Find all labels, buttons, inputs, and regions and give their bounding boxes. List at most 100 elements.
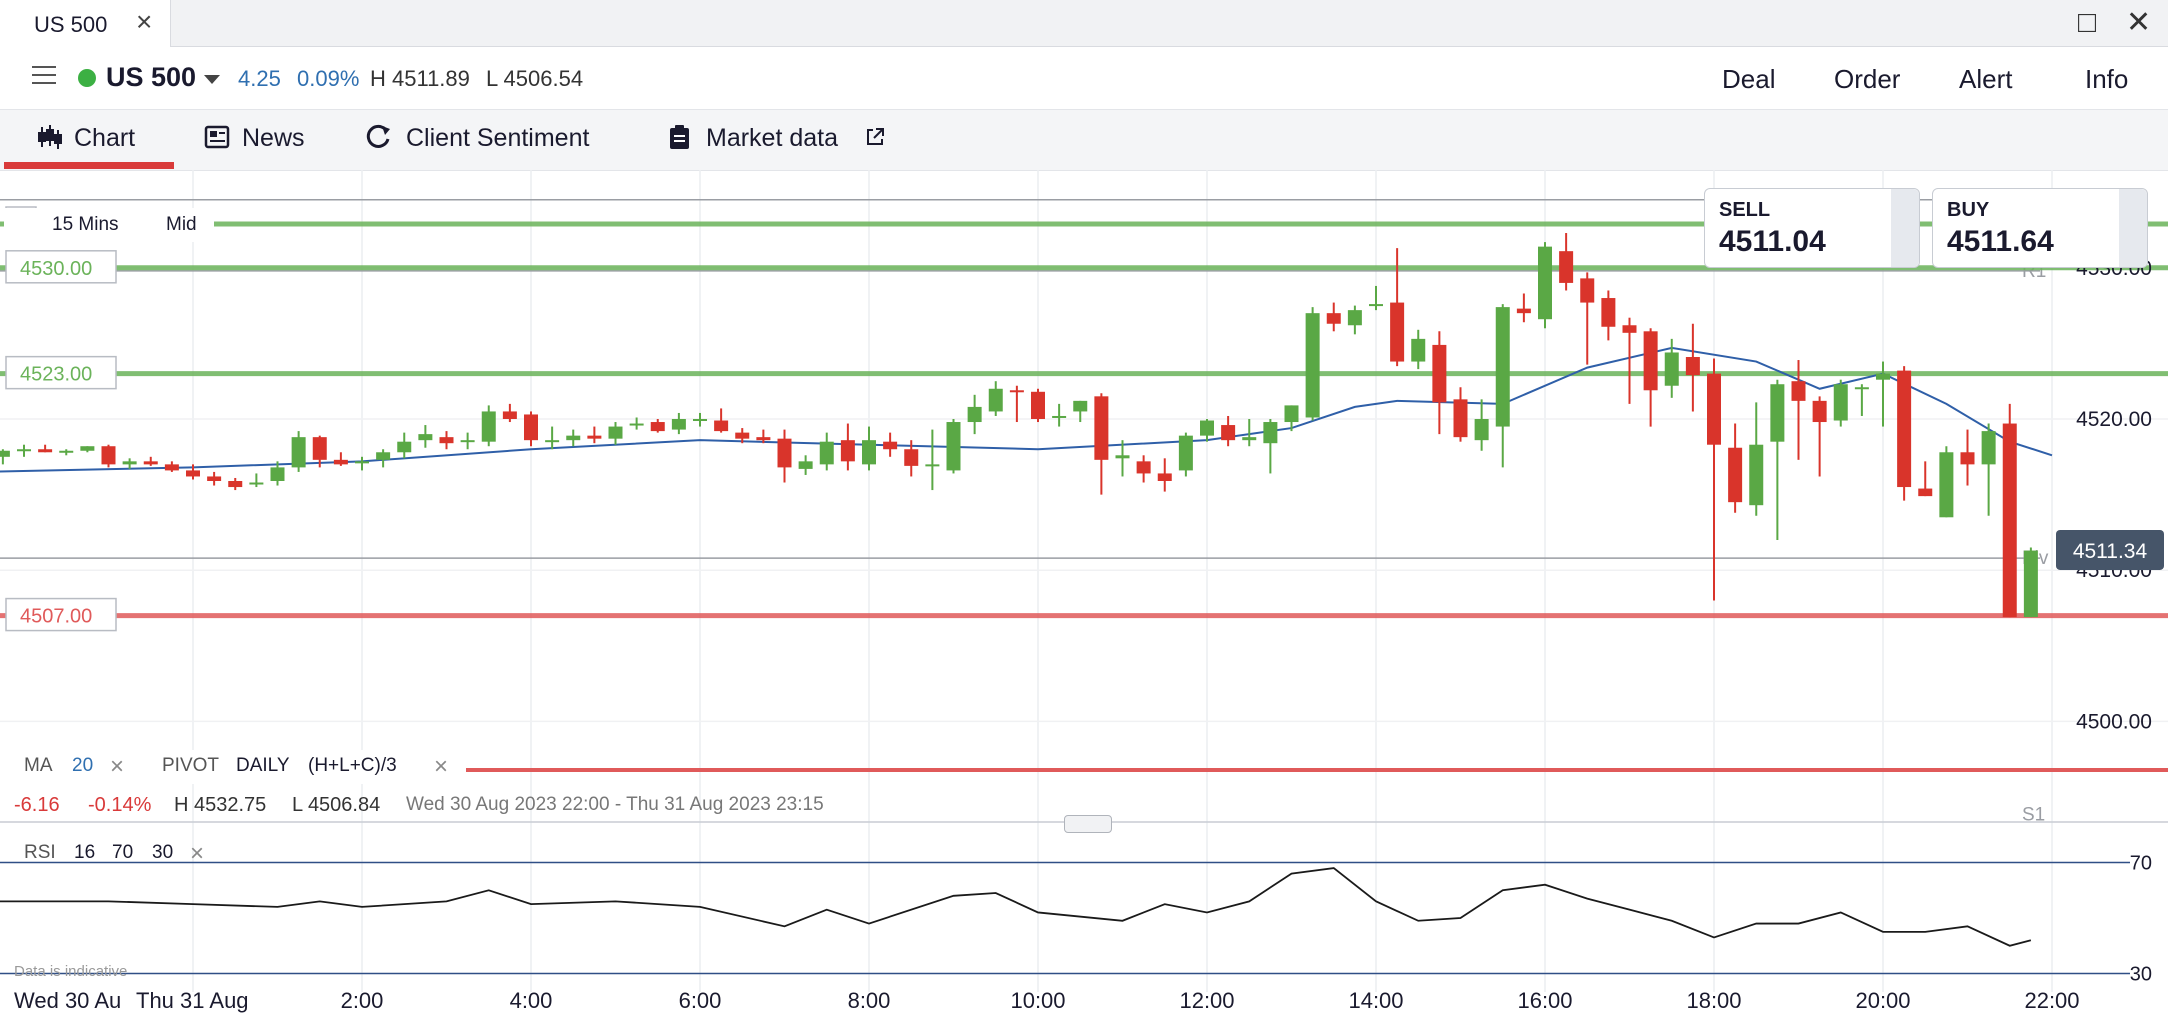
candle-body	[608, 426, 623, 439]
tab-news[interactable]: News	[242, 124, 305, 153]
clipboard-icon	[670, 125, 689, 149]
candle-body	[270, 467, 285, 481]
remove-ma-icon[interactable]: ×	[110, 753, 124, 781]
remove-pivot-icon[interactable]: ×	[434, 753, 448, 781]
pivot-period[interactable]: DAILY	[236, 755, 290, 777]
refresh-icon	[366, 124, 390, 148]
candle-body	[967, 406, 982, 423]
pivot-label-s1: S1	[2022, 805, 2045, 826]
instrument-change-pct: 0.09%	[297, 66, 360, 91]
candle-body	[376, 452, 391, 460]
active-tab-indicator	[4, 162, 174, 169]
period-high: H 4532.75	[174, 794, 267, 816]
current-price-label: 4511.34	[2073, 540, 2148, 563]
candle-body	[671, 419, 686, 430]
candle-body	[1221, 425, 1236, 441]
candle-body	[1770, 384, 1785, 442]
alert-price-label: 4530.00	[20, 258, 92, 280]
candle-body	[1876, 373, 1890, 380]
rsi-period[interactable]: 16	[74, 842, 95, 864]
rsi-label: RSI	[24, 842, 56, 863]
info-button[interactable]: Info	[2085, 64, 2128, 95]
tab-chart[interactable]: Chart	[74, 124, 135, 153]
candle-body	[883, 441, 898, 450]
time-axis-label: 18:00	[1686, 988, 1741, 1013]
chevron-down-icon[interactable]	[204, 75, 220, 84]
price-chart[interactable]: R2R1PivS1 4530.004523.004507.00 7030 453…	[0, 170, 2168, 1020]
tab-market-data[interactable]: Market data	[706, 124, 838, 153]
candle-body	[439, 437, 454, 444]
candle-body	[1791, 381, 1806, 401]
candle-body	[650, 422, 665, 432]
candle-body	[1178, 435, 1193, 471]
candle-body	[1939, 452, 1954, 518]
pane-resize-handle[interactable]	[1064, 815, 1112, 833]
candle-body	[164, 464, 179, 471]
candle-body	[1115, 455, 1130, 459]
candle-body	[1960, 452, 1975, 465]
candle-body	[397, 441, 412, 453]
window-tab[interactable]: US 500 ×	[0, 0, 171, 47]
candle-body	[1622, 325, 1637, 333]
candle-body	[714, 420, 729, 432]
rsi-lower[interactable]: 30	[152, 842, 173, 864]
interval-selector[interactable]: 15 Mins	[52, 214, 119, 236]
ma-label: MA	[24, 755, 53, 776]
remove-rsi-icon[interactable]: ×	[190, 840, 204, 868]
candle-body	[207, 476, 222, 481]
candle-body	[333, 459, 348, 465]
candle-body	[798, 461, 813, 469]
buy-button[interactable]: BUY 4511.64	[1932, 188, 2148, 268]
period-change: -6.16	[14, 794, 60, 816]
time-axis-label: Wed 30 Au	[14, 988, 121, 1013]
candle-body	[1031, 391, 1045, 420]
candle-body	[0, 450, 10, 457]
sell-button[interactable]: SELL 4511.04	[1704, 188, 1920, 268]
tab-client-sentiment[interactable]: Client Sentiment	[406, 124, 589, 153]
time-axis-label: 8:00	[848, 988, 891, 1013]
candle-body	[1538, 246, 1552, 320]
deal-button[interactable]: Deal	[1722, 64, 1775, 95]
close-tab-icon[interactable]: ×	[136, 8, 152, 36]
alert-price-label: 4523.00	[20, 364, 92, 386]
candle-body	[1411, 338, 1426, 362]
window-tab-bar: US 500 × □ ✕	[0, 0, 2168, 47]
period-low: L 4506.84	[292, 794, 381, 816]
rsi-line	[0, 867, 2032, 947]
order-button[interactable]: Order	[1834, 64, 1900, 95]
candle-body	[1052, 415, 1067, 418]
candle-body	[756, 437, 771, 441]
rsi-upper[interactable]: 70	[112, 842, 133, 864]
time-axis-label: 12:00	[1179, 988, 1234, 1013]
ma-period[interactable]: 20	[72, 755, 93, 777]
instrument-name[interactable]: US 500	[106, 62, 196, 93]
instrument-high: H 4511.89	[370, 66, 470, 91]
candle-body	[38, 449, 53, 453]
alert-price-label: 4507.00	[20, 606, 92, 628]
candle-body	[1664, 352, 1679, 386]
candle-body	[1009, 390, 1024, 393]
candle-body	[2002, 423, 2017, 618]
close-window-icon[interactable]: ✕	[2126, 6, 2151, 40]
candle-body	[1728, 447, 1743, 503]
price-type-selector[interactable]: Mid	[166, 214, 197, 236]
window-tab-title: US 500	[34, 12, 108, 37]
maximize-icon[interactable]: □	[2078, 6, 2096, 40]
candle-body	[587, 435, 602, 439]
candle-body	[545, 440, 560, 443]
candle-body	[819, 441, 834, 465]
external-link-icon[interactable]	[864, 126, 886, 152]
candle-body	[355, 461, 369, 464]
candle-body	[101, 446, 116, 465]
candle-body	[1707, 373, 1721, 445]
candle-body	[988, 388, 1003, 412]
pivot-formula[interactable]: (H+L+C)/3	[308, 755, 397, 777]
price-axis-label: 4500.00	[2076, 710, 2152, 733]
candle-body	[1453, 399, 1468, 438]
candle-body	[1284, 405, 1299, 423]
hamburger-menu-icon[interactable]	[32, 66, 56, 84]
alert-button[interactable]: Alert	[1959, 64, 2012, 95]
candle-body	[17, 449, 31, 452]
candle-body	[312, 437, 327, 460]
candle-body	[1559, 251, 1574, 283]
